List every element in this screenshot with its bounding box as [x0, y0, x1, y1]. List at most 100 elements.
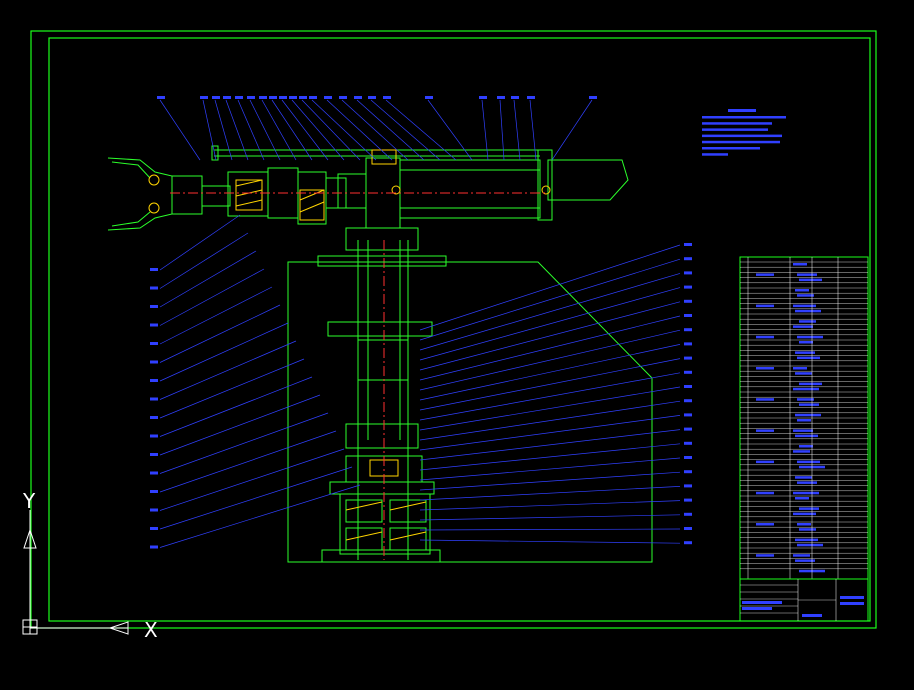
leader-line: [159, 430, 337, 493]
leader-line: [419, 514, 681, 521]
bom-cell: [799, 382, 822, 386]
balloon-tick: [309, 96, 317, 99]
leader-line: [159, 268, 265, 326]
technical-notes-block: [702, 109, 786, 156]
leader-line: [370, 99, 441, 161]
balloon-tick: [259, 96, 267, 99]
balloon-tick: [684, 484, 692, 488]
bom-cell: [793, 387, 819, 391]
bom-cell: [756, 367, 774, 370]
title-text: [742, 607, 772, 610]
bom-cell: [795, 289, 809, 292]
bom-cell: [793, 554, 810, 557]
title-block: [739, 578, 869, 622]
leader-line: [419, 386, 681, 431]
title-text: [742, 601, 782, 604]
balloon-tick: [527, 96, 535, 99]
balloon-tick: [684, 498, 692, 502]
bom-cell: [797, 481, 817, 484]
bom-cell: [797, 419, 811, 422]
balloon-tick: [339, 96, 347, 99]
bom-cell: [793, 263, 807, 266]
leader-line: [419, 244, 681, 331]
balloon-tick: [684, 257, 692, 261]
y-axis-label: Y: [22, 489, 36, 513]
leader-line: [427, 99, 473, 161]
bom-cell: [795, 434, 818, 438]
title-text: [840, 596, 864, 599]
leader-line: [159, 340, 297, 400]
balloon-tick: [150, 490, 158, 493]
note-line: [702, 122, 772, 125]
leader-line: [481, 99, 489, 161]
ucs-icon: [22, 510, 129, 635]
balloon-tick: [324, 96, 332, 99]
leader-line: [159, 484, 361, 548]
balloon-tick: [368, 96, 376, 99]
leader-line: [419, 457, 681, 481]
balloon-tick: [354, 96, 362, 99]
balloon-tick: [497, 96, 505, 99]
balloon-tick: [684, 470, 692, 474]
bom-cell: [756, 335, 774, 339]
balloon-tick: [150, 305, 158, 308]
balloon-tick: [150, 379, 158, 382]
cad-drawing-canvas[interactable]: Y X: [0, 0, 914, 690]
balloon-tick: [684, 299, 692, 303]
leader-line: [341, 99, 409, 161]
leader-line: [419, 471, 681, 491]
bom-cell: [797, 523, 811, 526]
balloon-tick: [479, 96, 487, 99]
bom-cell: [795, 538, 818, 542]
balloon-tick: [212, 96, 220, 99]
bom-cell: [799, 445, 813, 448]
leader-line: [326, 99, 393, 161]
balloon-tick: [150, 527, 158, 530]
leader-line: [159, 99, 201, 161]
bom-cell: [799, 403, 819, 406]
bom-cell: [795, 309, 821, 313]
bom-cell: [797, 356, 820, 360]
title-text: [802, 614, 822, 617]
balloon-tick: [684, 271, 692, 275]
bom-cell: [799, 278, 822, 282]
balloon-tick: [684, 456, 692, 459]
bom-cell: [756, 304, 774, 308]
leader-line: [529, 99, 537, 161]
bom-cell: [793, 325, 813, 328]
bom-cell: [793, 491, 819, 495]
bom-cell: [797, 335, 823, 339]
balloon-tick: [684, 370, 692, 374]
bom-cell: [797, 273, 817, 276]
bom-cell: [795, 497, 809, 500]
note-line: [702, 128, 768, 131]
balloon-tick: [269, 96, 277, 99]
balloon-tick: [289, 96, 297, 99]
leader-line: [159, 394, 321, 456]
balloon-tick: [684, 541, 692, 545]
leader-line: [159, 412, 329, 474]
bom-cell: [799, 528, 816, 531]
note-line: [702, 147, 760, 150]
balloon-tick: [150, 545, 158, 549]
note-line: [702, 140, 780, 144]
leader-line: [271, 99, 313, 161]
leader-line: [419, 539, 681, 544]
horizontal-arm: [107, 145, 629, 231]
note-line: [702, 153, 728, 156]
gripper-jaw-icon: [107, 157, 173, 231]
balloon-tick: [684, 328, 692, 332]
leader-line: [202, 99, 217, 161]
balloon-tick: [684, 527, 692, 530]
balloon-tick: [684, 385, 692, 388]
bom-cell: [756, 554, 774, 557]
balloon-tick: [684, 427, 692, 431]
balloon-tick: [150, 397, 158, 401]
bom-cell: [793, 367, 807, 370]
balloon-tick: [299, 96, 307, 99]
leader-line: [311, 99, 377, 161]
leader-line: [159, 466, 353, 530]
leader-line: [419, 528, 681, 531]
balloon-tick: [223, 96, 231, 99]
bom-cell: [756, 523, 774, 526]
